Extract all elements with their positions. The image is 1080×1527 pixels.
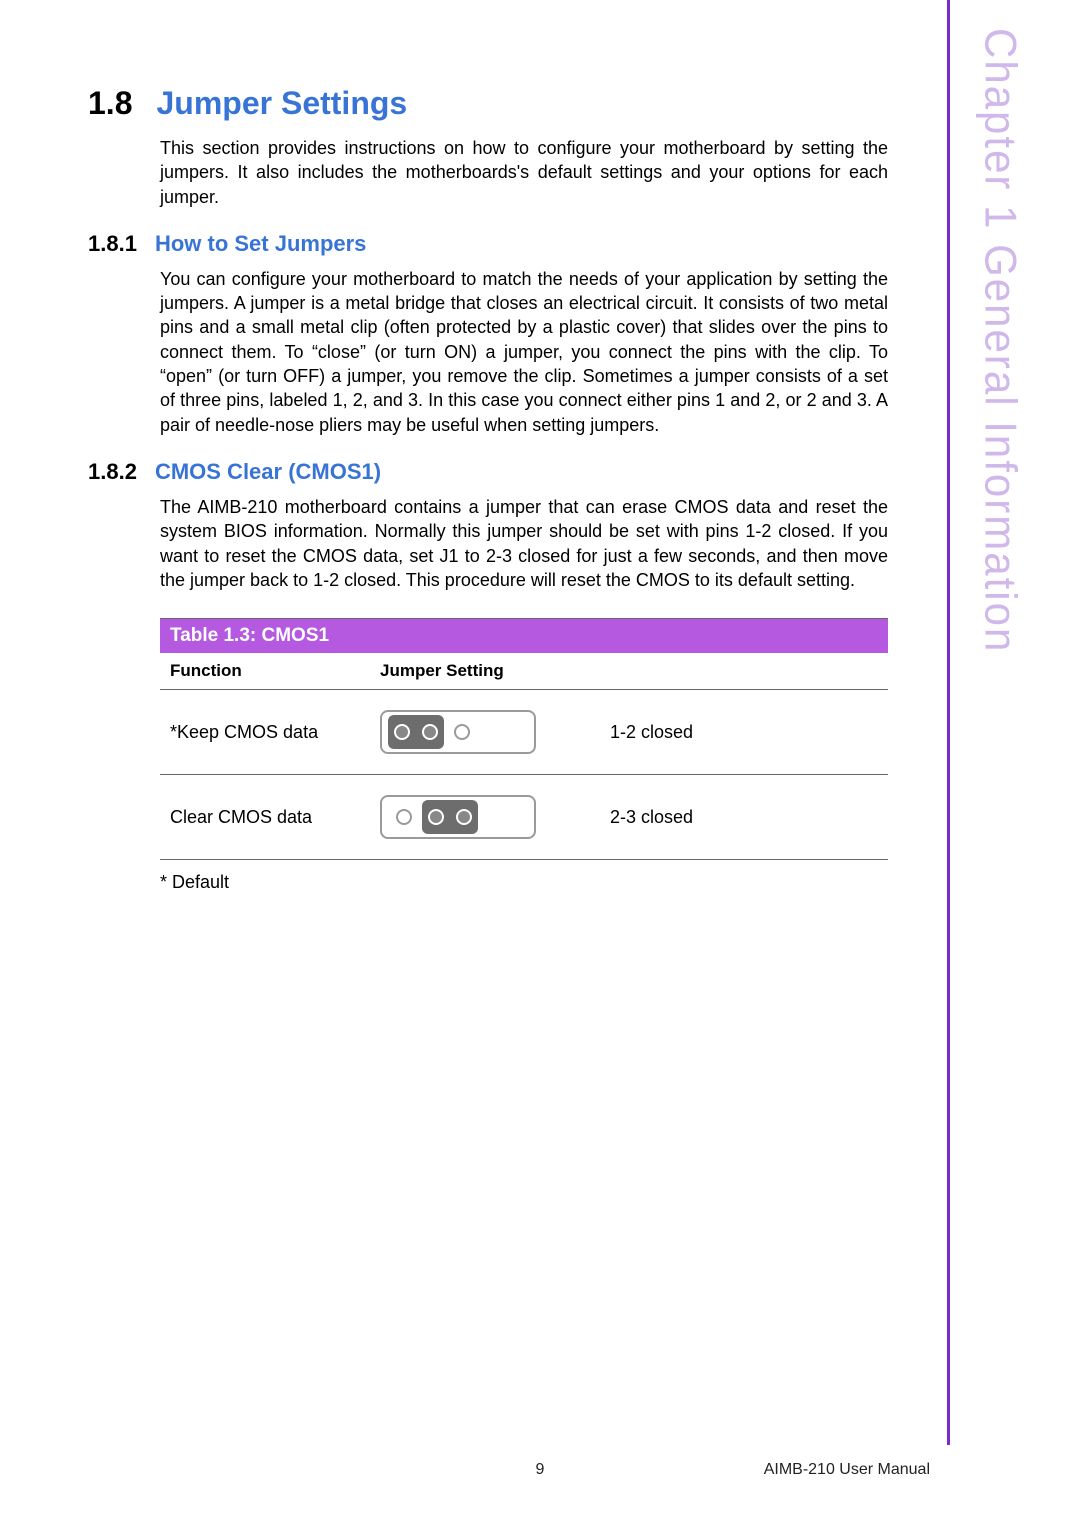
jumper-2-3-icon [380,795,536,839]
row-desc: 2-3 closed [610,807,693,828]
table-row: Clear CMOS data 2-3 closed [160,775,888,860]
side-rule [947,0,950,1445]
side-chapter-label: Chapter 1 General Information [960,28,1040,928]
table-header-row: Function Jumper Setting [160,653,888,690]
table-caption: Table 1.3: CMOS1 [160,618,888,653]
content-area: 1.8 Jumper Settings This section provide… [88,85,888,893]
subsection-1-body: You can configure your motherboard to ma… [160,267,888,437]
pin-open-icon [396,809,412,825]
section-title: Jumper Settings [156,85,407,122]
row-function: *Keep CMOS data [170,722,380,743]
row-function: Clear CMOS data [170,807,380,828]
table-header-function: Function [170,661,380,681]
side-chapter-label-text: Chapter 1 General Information [975,28,1025,653]
pin-open-icon [454,724,470,740]
pin-icon [394,724,410,740]
pin-icon [428,809,444,825]
subsection-2-heading: 1.8.2 CMOS Clear (CMOS1) [88,459,888,485]
footer: AIMB-210 User Manual [0,1461,1080,1479]
jumper-1-2-icon [380,710,536,754]
row-desc: 1-2 closed [610,722,693,743]
row-jumper-diagram [380,795,610,839]
footer-doc-title: AIMB-210 User Manual [764,1461,930,1479]
cmos-table: Table 1.3: CMOS1 Function Jumper Setting… [160,618,888,860]
pin-icon [456,809,472,825]
section-heading: 1.8 Jumper Settings [88,85,888,122]
row-jumper-diagram [380,710,610,754]
table-header-setting: Jumper Setting [380,661,610,681]
subsection-1-heading: 1.8.1 How to Set Jumpers [88,231,888,257]
subsection-2-body: The AIMB-210 motherboard contains a jump… [160,495,888,592]
subsection-1-number: 1.8.1 [88,231,137,257]
table-row: *Keep CMOS data 1-2 closed [160,690,888,775]
table-note: * Default [160,872,888,893]
jumper-cap-icon [388,715,444,749]
jumper-cap-icon [422,800,478,834]
subsection-1-title: How to Set Jumpers [155,231,366,257]
section-intro: This section provides instructions on ho… [160,136,888,209]
subsection-2-title: CMOS Clear (CMOS1) [155,459,381,485]
subsection-2-number: 1.8.2 [88,459,137,485]
page: Chapter 1 General Information 1.8 Jumper… [0,0,1080,1527]
section-number: 1.8 [88,85,132,122]
pin-icon [422,724,438,740]
